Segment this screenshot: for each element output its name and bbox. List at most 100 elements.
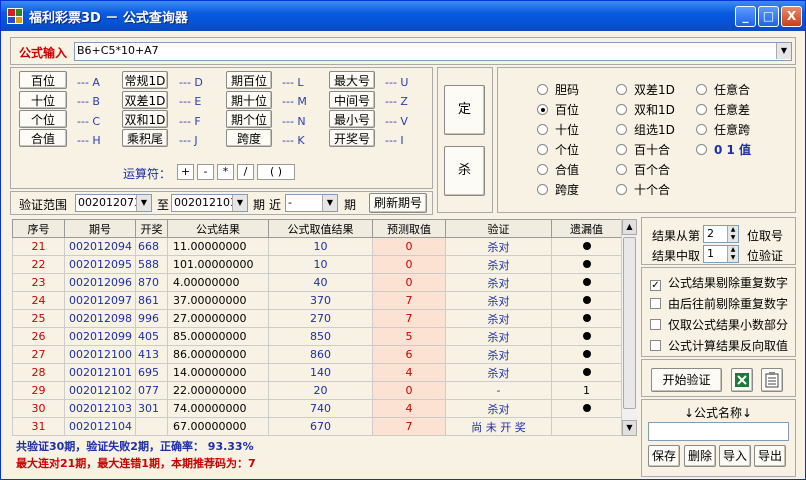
var-button-kuadu[interactable]: 跨度 — [226, 129, 272, 147]
table-row[interactable]: 22 002012095 588 101.00000000 10 0 杀对 — [12, 255, 622, 274]
scroll-up-icon[interactable]: ▲ — [622, 219, 637, 235]
col-header-draw[interactable]: 开奖 — [135, 219, 168, 238]
col-header-issue[interactable]: 期号 — [64, 219, 136, 238]
radio-label: 百个合 — [634, 163, 671, 177]
radio-shigehe[interactable]: 十个合 — [616, 181, 670, 198]
formula-input[interactable]: B6+C5*10+A7 ▼ — [74, 42, 792, 61]
delete-button[interactable]: 删除 — [684, 445, 716, 467]
col-header-pred[interactable]: 预测取值 — [372, 219, 446, 238]
table-row[interactable]: 25 002012098 996 27.00000000 270 7 杀对 — [12, 309, 622, 328]
radio-baishihe[interactable]: 百十合 — [616, 141, 670, 158]
col-header-verify[interactable]: 验证 — [445, 219, 552, 238]
operator-plus-button[interactable]: + — [177, 164, 194, 180]
col-header-value[interactable]: 公式取值结果 — [268, 219, 373, 238]
operator-paren-button[interactable]: ( ) — [257, 164, 295, 180]
radio-hezhi[interactable]: 合值 — [537, 161, 579, 178]
radio-01zhi[interactable]: 0 1 值 — [696, 141, 751, 158]
table-row[interactable]: 27 002012100 413 86.00000000 860 6 杀对 — [12, 345, 622, 364]
operator-multiply-button[interactable]: * — [217, 164, 234, 180]
radio-zuxuan[interactable]: 组选1D — [616, 121, 675, 138]
radio-baiwei[interactable]: 百位 — [537, 101, 579, 118]
cell-miss — [551, 237, 622, 256]
radio-renyicha[interactable]: 任意差 — [696, 101, 750, 118]
scroll-down-icon[interactable]: ▼ — [622, 420, 637, 436]
chevron-down-icon[interactable]: ▼ — [136, 195, 151, 211]
near-select[interactable]: - ▼ — [285, 194, 338, 212]
spin-up-icon[interactable]: ▲ — [727, 246, 738, 254]
table-row[interactable]: 31 002012104 67.00000000 670 7 尚 未 开 奖 — [12, 417, 622, 436]
var-button-gewei[interactable]: 个位 — [19, 110, 67, 128]
var-button-qige[interactable]: 期个位 — [226, 110, 272, 128]
cell-miss — [551, 345, 622, 364]
radio-baigehe[interactable]: 百个合 — [616, 161, 670, 178]
table-row[interactable]: 26 002012099 405 85.00000000 850 5 杀对 — [12, 327, 622, 346]
table-scrollbar[interactable]: ▲ ▼ — [621, 219, 637, 436]
table-row[interactable]: 24 002012097 861 37.00000000 370 7 杀对 — [12, 291, 622, 310]
radio-danma[interactable]: 胆码 — [537, 81, 579, 98]
table-row[interactable]: 28 002012101 695 14.00000000 140 4 杀对 — [12, 363, 622, 382]
radio-shiwei[interactable]: 十位 — [537, 121, 579, 138]
option-reverse-value[interactable]: 公式计算结果反向取值 — [650, 337, 788, 354]
start-verify-button[interactable]: 开始验证 — [651, 368, 722, 392]
spin-up-icon[interactable]: ▲ — [727, 226, 738, 234]
table-row[interactable]: 21 002012094 668 11.00000000 10 0 杀对 — [12, 237, 622, 256]
var-button-zuida[interactable]: 最大号 — [329, 71, 375, 89]
cell-no: 29 — [12, 381, 65, 400]
ding-button[interactable]: 定 — [444, 85, 485, 135]
minimize-button[interactable]: _ — [735, 6, 756, 27]
radio-kuadu[interactable]: 跨度 — [537, 181, 579, 198]
radio-shuangcha[interactable]: 双差1D — [616, 81, 675, 98]
radio-shuanghe[interactable]: 双和1D — [616, 101, 675, 118]
mid-spinner[interactable]: 1 ▲ ▼ — [703, 245, 739, 263]
var-button-chengji[interactable]: 乘积尾 — [122, 129, 168, 147]
radio-dot — [616, 104, 627, 115]
var-button-zuixiao[interactable]: 最小号 — [329, 110, 375, 128]
radio-renyihe[interactable]: 任意合 — [696, 81, 750, 98]
var-button-zhongjian[interactable]: 中间号 — [329, 91, 375, 109]
table-row[interactable]: 29 002012102 077 22.00000000 20 0-1 — [12, 381, 622, 400]
close-button[interactable]: X — [781, 6, 802, 27]
maximize-button[interactable]: □ — [758, 6, 779, 27]
var-button-shiwei[interactable]: 十位 — [19, 91, 67, 109]
refresh-issues-button[interactable]: 刷新期号 — [369, 193, 427, 213]
var-button-shuangcha[interactable]: 双差1D — [122, 91, 168, 109]
operator-divide-button[interactable]: / — [237, 164, 254, 180]
formula-name-input[interactable] — [648, 422, 789, 441]
excel-export-button[interactable] — [731, 368, 753, 392]
col-header-no[interactable]: 序号 — [12, 219, 65, 238]
spin-down-icon[interactable]: ▼ — [727, 234, 738, 242]
operator-minus-button[interactable]: - — [197, 164, 214, 180]
table-row[interactable]: 23 002012096 870 4.00000000 40 0 杀对 — [12, 273, 622, 292]
sha-button[interactable]: 杀 — [444, 146, 485, 196]
range-from-select[interactable]: 002012073 ▼ — [75, 194, 152, 212]
chevron-down-icon[interactable]: ▼ — [776, 43, 791, 59]
var-button-hezhi[interactable]: 合值 — [19, 129, 67, 147]
notepad-button[interactable] — [761, 368, 783, 392]
import-button[interactable]: 导入 — [719, 445, 751, 467]
range-to-select[interactable]: 002012103 ▼ — [171, 194, 248, 212]
var-code: --- F — [179, 115, 201, 128]
var-button-changgui[interactable]: 常规1D — [122, 71, 168, 89]
scroll-thumb[interactable] — [623, 237, 636, 409]
chevron-down-icon[interactable]: ▼ — [322, 195, 337, 211]
var-button-qishi[interactable]: 期十位 — [226, 91, 272, 109]
var-button-qibai[interactable]: 期百位 — [226, 71, 272, 89]
option-reverse-dedupe[interactable]: 由后往前剔除重复数字 — [650, 295, 788, 312]
chevron-down-icon[interactable]: ▼ — [232, 195, 247, 211]
col-header-result[interactable]: 公式结果 — [167, 219, 269, 238]
col-header-miss[interactable]: 遗漏值 — [551, 219, 622, 238]
table-row[interactable]: 30 002012103 301 74.00000000 740 4 杀对 — [12, 399, 622, 418]
from-spinner[interactable]: 2 ▲ ▼ — [703, 225, 739, 243]
save-button[interactable]: 保存 — [648, 445, 680, 467]
radio-dot — [537, 184, 548, 195]
var-button-shuanghe[interactable]: 双和1D — [122, 110, 168, 128]
spin-down-icon[interactable]: ▼ — [727, 254, 738, 262]
option-decimal-only[interactable]: 仅取公式结果小数部分 — [650, 316, 788, 333]
cell-value: 270 — [268, 309, 373, 328]
radio-renyikua[interactable]: 任意跨 — [696, 121, 750, 138]
var-button-kaijiang[interactable]: 开奖号 — [329, 129, 375, 147]
option-dedupe[interactable]: ✓ 公式结果剔除重复数字 — [650, 274, 788, 291]
var-button-baiwei[interactable]: 百位 — [19, 71, 67, 89]
export-button[interactable]: 导出 — [754, 445, 786, 467]
radio-gewei[interactable]: 个位 — [537, 141, 579, 158]
